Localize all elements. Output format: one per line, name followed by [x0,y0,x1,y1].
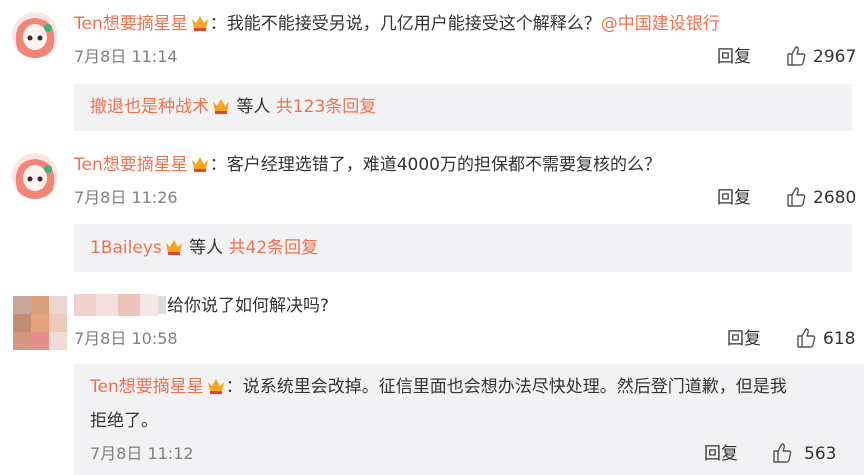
like-count: 2967 [813,47,857,67]
reply-count-link[interactable]: 共42条回复 [229,238,319,258]
username-link[interactable]: 撤退也是种战术 [90,97,209,117]
like-button[interactable]: 618 [795,327,860,351]
vip-crown-icon [207,379,224,394]
like-count: 563 [804,444,837,464]
like-button[interactable]: 563 [771,442,841,466]
vip-crown-icon [191,157,208,172]
sub-reply-panel[interactable]: 1Baileys 等人 共42条回复 [74,224,852,272]
like-button[interactable]: 2680 [785,186,860,210]
others-label: 等人 [183,238,229,258]
username-link[interactable]: Ten想要摘星星 [90,377,204,397]
avatar[interactable] [12,153,58,199]
reply-button[interactable]: 回复 [717,46,751,68]
thumbs-up-icon [773,443,792,463]
timestamp: 7月8日 11:26 [74,188,178,207]
like-button[interactable]: 2967 [785,45,860,69]
like-count: 618 [823,329,856,349]
comment-text: 我能不能接受另说，几亿用户能接受这个解释么？ [226,14,601,34]
sub-reply-panel[interactable]: 撤退也是种战术 等人 共123条回复 [74,84,852,131]
thumbs-up-icon [787,187,806,207]
reply-button[interactable]: 回复 [727,328,761,350]
thumbs-up-icon [787,46,806,66]
reply-button[interactable]: 回复 [717,187,751,209]
avatar[interactable] [12,12,58,58]
avatar[interactable] [13,296,67,350]
separator: ： [225,377,243,397]
timestamp: 7月8日 11:14 [74,47,178,66]
vip-crown-icon [213,99,229,114]
separator: ： [209,14,227,34]
sub-reply-panel: Ten想要摘星星 ：说系统里会改掉。征信里面也会想办法尽快处理。然后登门道歉，但是… [74,364,864,475]
separator: ： [209,155,227,175]
username-link[interactable]: Ten想要摘星星 [74,14,188,34]
mention-link[interactable]: @中国建设银行 [601,14,720,34]
reply-count-link[interactable]: 共123条回复 [276,97,376,117]
username-link[interactable]: 1Baileys [90,238,162,258]
comment-text: 给你说了如何解决吗? [167,296,330,316]
comment-text: 客户经理选错了，难道4000万的担保都不需要复核的么？ [226,155,661,175]
username-link[interactable]: Ten想要摘星星 [74,155,188,175]
sub-reply-text: 说系统里会改掉。征信里面也会想办法尽快处理。然后登门道歉，但是我 [242,377,787,397]
others-label: 等人 [231,97,276,117]
thumbs-up-icon [797,328,816,348]
reply-button[interactable]: 回复 [704,443,738,465]
redacted-username [74,294,166,316]
timestamp: 7月8日 10:58 [74,329,178,348]
like-count: 2680 [813,188,857,208]
sub-reply-text-continued: 拒绝了。 [90,411,158,431]
vip-crown-icon [165,240,182,255]
timestamp: 7月8日 11:12 [90,444,194,463]
vip-crown-icon [191,16,208,31]
